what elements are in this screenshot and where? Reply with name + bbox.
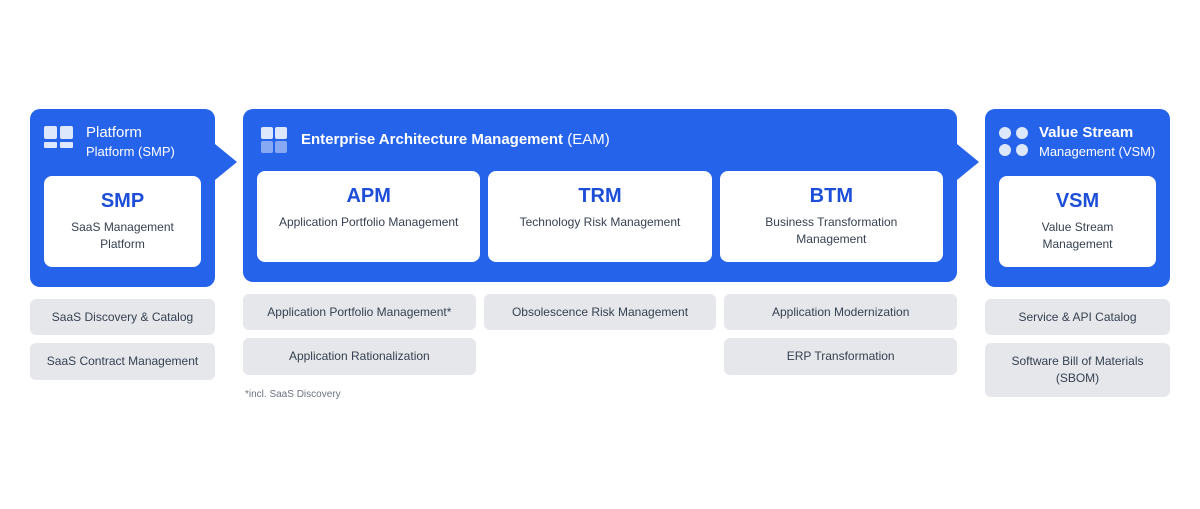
btm-desc: Business Transformation Management: [730, 214, 933, 248]
vsm-icon: [999, 127, 1029, 157]
vsm-feature-2: Software Bill of Materials (SBOM): [985, 343, 1170, 397]
vsm-card-desc: Value Stream Management: [1009, 219, 1146, 253]
smp-title-normal: Platform (SMP): [86, 144, 175, 159]
apm-card: APM Application Portfolio Management: [257, 171, 480, 262]
vsm-card: VSM Value Stream Management: [999, 176, 1156, 267]
eam-header: Enterprise Architecture Management (EAM): [257, 123, 943, 157]
eam-panel: Enterprise Architecture Management (EAM)…: [243, 109, 957, 282]
eam-footnote: *incl. SaaS Discovery: [243, 389, 476, 400]
eam-title-bold: Enterprise Architecture Management: [301, 131, 563, 148]
eam-cards-row: APM Application Portfolio Management TRM…: [257, 171, 943, 262]
trm-feature-1: Obsolescence Risk Management: [484, 294, 717, 331]
vsm-feature-1: Service & API Catalog: [985, 299, 1170, 336]
smp-header-text: Platform Platform (SMP): [86, 123, 175, 162]
apm-feature-2: Application Rationalization: [243, 338, 476, 375]
arrow-smp-eam: [215, 109, 243, 180]
eam-features-row: Application Portfolio Management* Applic…: [243, 294, 957, 401]
smp-icon: [44, 126, 76, 158]
smp-feature-2: SaaS Contract Management: [30, 343, 215, 380]
smp-title-bold: Platform: [86, 124, 142, 141]
trm-abbr: TRM: [498, 185, 701, 208]
vsm-abbr: VSM: [1009, 190, 1146, 213]
smp-abbr: SMP: [54, 190, 191, 213]
btm-feature-1: Application Modernization: [724, 294, 957, 331]
btm-features-col: Application Modernization ERP Transforma…: [724, 294, 957, 401]
apm-feature-1: Application Portfolio Management*: [243, 294, 476, 331]
smp-header: Platform Platform (SMP): [44, 123, 201, 162]
trm-card: TRM Technology Risk Management: [488, 171, 711, 262]
smp-features: SaaS Discovery & Catalog SaaS Contract M…: [30, 299, 215, 381]
smp-column: Platform Platform (SMP) SMP SaaS Managem…: [30, 109, 215, 380]
eam-suffix: (EAM): [563, 131, 610, 148]
btm-feature-2: ERP Transformation: [724, 338, 957, 375]
right-arrow-icon-2: [957, 144, 979, 180]
btm-abbr: BTM: [730, 185, 933, 208]
vsm-header-text: Value Stream Management (VSM): [1039, 123, 1155, 162]
trm-desc: Technology Risk Management: [498, 214, 701, 231]
vsm-column: Value Stream Management (VSM) VSM Value …: [985, 109, 1170, 397]
eam-icon: [257, 123, 291, 157]
eam-header-text: Enterprise Architecture Management (EAM): [301, 130, 610, 150]
arrow-eam-vsm: [957, 109, 985, 180]
apm-abbr: APM: [267, 185, 470, 208]
vsm-header: Value Stream Management (VSM): [999, 123, 1156, 162]
smp-card: SMP SaaS Management Platform: [44, 176, 201, 267]
smp-feature-1: SaaS Discovery & Catalog: [30, 299, 215, 336]
vsm-features: Service & API Catalog Software Bill of M…: [985, 299, 1170, 397]
btm-card: BTM Business Transformation Management: [720, 171, 943, 262]
smp-card-desc: SaaS Management Platform: [54, 219, 191, 253]
right-arrow-icon: [215, 144, 237, 180]
smp-panel: Platform Platform (SMP) SMP SaaS Managem…: [30, 109, 215, 287]
vsm-title2: Management (VSM): [1039, 144, 1155, 159]
vsm-panel: Value Stream Management (VSM) VSM Value …: [985, 109, 1170, 287]
vsm-title-bold: Value Stream: [1039, 124, 1133, 141]
apm-features-col: Application Portfolio Management* Applic…: [243, 294, 476, 401]
trm-features-col: Obsolescence Risk Management: [484, 294, 717, 401]
apm-desc: Application Portfolio Management: [267, 214, 470, 231]
eam-column: Enterprise Architecture Management (EAM)…: [243, 109, 957, 400]
